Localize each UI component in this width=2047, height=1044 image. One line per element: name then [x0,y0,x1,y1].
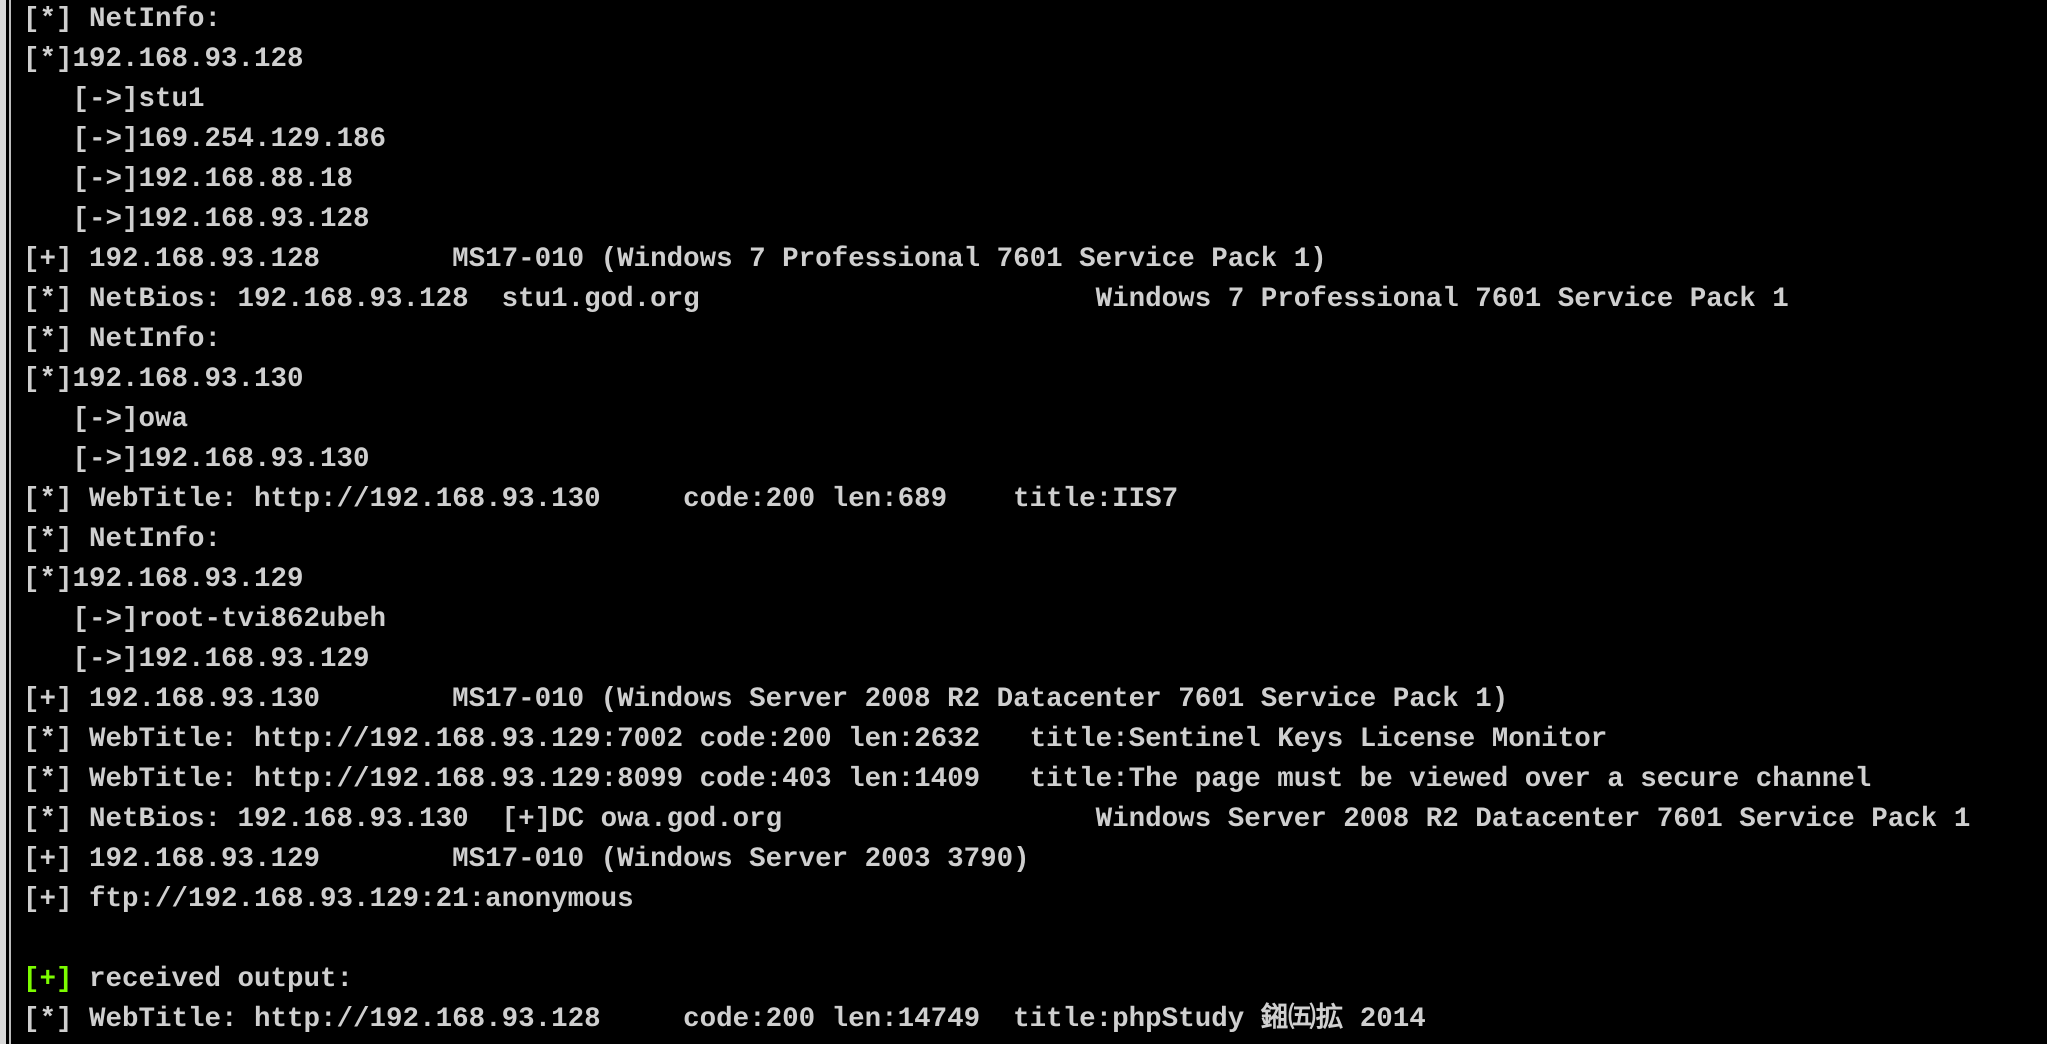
terminal-line: [+] 192.168.93.130 MS17-010 (Windows Ser… [23,684,1509,715]
received-output-text: received output: [72,964,354,995]
terminal-line: [->]root-tvi862ubeh [23,604,387,635]
terminal-line: [*] NetBios: 192.168.93.130 [+]DC owa.go… [23,804,1971,835]
terminal-line: [->]stu1 [23,84,205,115]
terminal-line: [*] NetInfo: [23,4,222,35]
terminal-line: [->]169.254.129.186 [23,124,387,155]
terminal-line: [*] NetBios: 192.168.93.128 stu1.god.org… [23,284,1789,315]
terminal-output: [*] NetInfo: [*]192.168.93.128 [->]stu1 … [23,0,2033,1044]
terminal-line: [*] WebTitle: http://192.168.93.128 code… [23,1004,1426,1035]
terminal-line: [*]192.168.93.128 [23,44,304,75]
terminal-line: [*] WebTitle: http://192.168.93.129:7002… [23,724,1608,755]
received-output-line: [+] received output: [23,960,2033,1000]
terminal-line: [->]owa [23,404,189,435]
window-frame-line [9,0,11,1044]
terminal-line: [->]192.168.93.129 [23,644,370,675]
terminal-line: [*] NetInfo: [23,324,222,355]
terminal-line: [*] NetInfo: [23,524,222,555]
terminal-line: [+] 192.168.93.129 MS17-010 (Windows Ser… [23,844,1030,875]
terminal-line: [*] WebTitle: http://192.168.93.129:8099… [23,764,1872,795]
success-prefix: [+] [23,964,73,995]
terminal-line: [+] ftp://192.168.93.129:21:anonymous [23,884,634,915]
terminal-line: [+] 192.168.93.128 MS17-010 (Windows 7 P… [23,244,1327,275]
terminal-line: [*]192.168.93.130 [23,364,304,395]
terminal-line: [->]192.168.88.18 [23,164,354,195]
terminal-line: [*]192.168.93.129 [23,564,304,595]
terminal-line: [*] WebTitle: http://192.168.93.130 code… [23,484,1179,515]
terminal-line: [->]192.168.93.128 [23,204,370,235]
terminal-line: [->]192.168.93.130 [23,444,370,475]
